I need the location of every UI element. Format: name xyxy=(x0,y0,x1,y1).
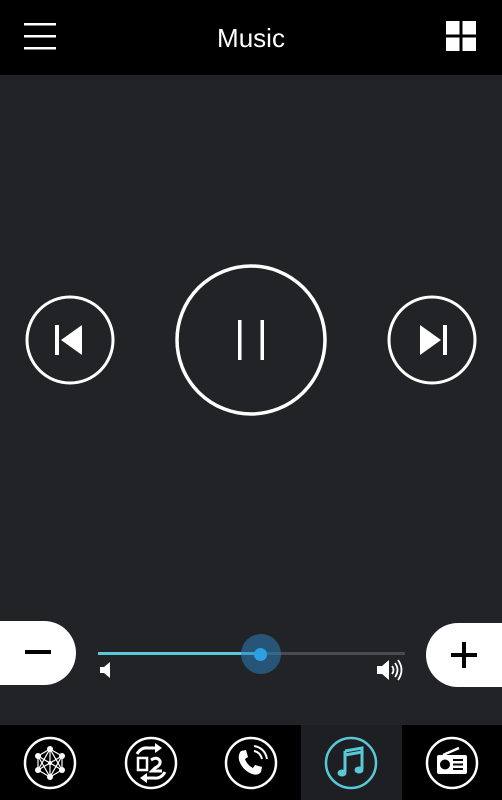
volume-low-icon xyxy=(100,662,110,678)
plus-icon xyxy=(451,642,477,668)
player-area xyxy=(0,75,502,725)
volume-up-button[interactable] xyxy=(426,623,502,687)
grid-view-icon[interactable] xyxy=(444,19,478,53)
phone-call-icon xyxy=(224,736,278,789)
volume-high-icon xyxy=(377,659,403,681)
pause-icon xyxy=(238,320,264,360)
top-app-bar: Music xyxy=(0,0,502,75)
bottom-navigation xyxy=(0,725,502,800)
volume-down-button[interactable] xyxy=(0,621,76,685)
skip-previous-icon xyxy=(55,325,82,355)
previous-track-button[interactable] xyxy=(24,294,116,386)
next-track-button[interactable] xyxy=(386,294,478,386)
radio-icon xyxy=(425,736,478,789)
swap-icon xyxy=(124,736,177,789)
network-icon xyxy=(23,736,77,789)
nav-item-music[interactable] xyxy=(301,725,402,800)
skip-next-icon xyxy=(420,325,447,355)
nav-item-swap[interactable] xyxy=(100,725,200,800)
volume-slider[interactable] xyxy=(98,634,405,674)
volume-thumb[interactable] xyxy=(240,634,281,674)
play-pause-button[interactable] xyxy=(174,263,328,417)
page-title: Music xyxy=(217,23,285,53)
volume-fill xyxy=(98,652,261,655)
nav-item-network[interactable] xyxy=(0,725,100,800)
nav-item-phone[interactable] xyxy=(201,725,301,800)
nav-item-radio[interactable] xyxy=(402,725,502,800)
minus-icon xyxy=(25,650,51,654)
volume-thumb-dot xyxy=(254,647,268,661)
music-note-icon xyxy=(325,736,378,789)
